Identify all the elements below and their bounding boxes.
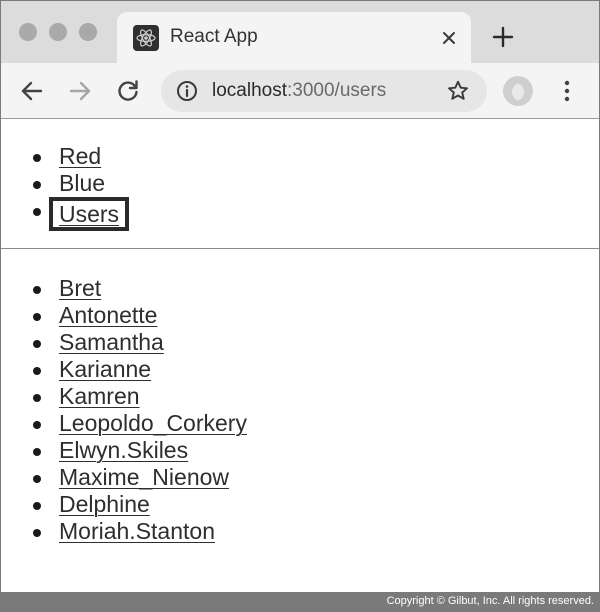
copyright-bar: Copyright © Gilbut, Inc. All rights rese… <box>0 592 600 612</box>
user-link[interactable]: Kamren <box>59 383 140 409</box>
nav-link-blue[interactable]: Blue <box>59 170 105 196</box>
users-link-highlight-box: Users <box>49 197 130 231</box>
list-item: Maxime_Nienow <box>31 464 247 491</box>
list-item: Samantha <box>31 329 247 356</box>
tab-title: React App <box>170 26 258 47</box>
info-icon[interactable] <box>176 80 198 102</box>
new-tab-icon[interactable] <box>489 23 517 51</box>
user-link[interactable]: Delphine <box>59 491 150 517</box>
list-item: Kamren <box>31 383 247 410</box>
copyright-text: Copyright © Gilbut, Inc. All rights rese… <box>386 595 594 607</box>
close-window-dot[interactable] <box>19 23 37 41</box>
minimize-window-dot[interactable] <box>49 23 67 41</box>
list-item: Elwyn.Skiles <box>31 437 247 464</box>
user-link[interactable]: Antonette <box>59 302 157 328</box>
react-logo-icon <box>133 25 159 51</box>
profile-avatar[interactable] <box>503 76 533 106</box>
reload-icon[interactable] <box>114 77 142 105</box>
nav-item-users: Users <box>31 197 130 231</box>
address-bar[interactable]: localhost:3000/users <box>161 70 487 112</box>
list-item: Antonette <box>31 302 247 329</box>
nav-link-red[interactable]: Red <box>59 143 101 169</box>
nav-link-list: Red Blue Users <box>31 143 130 231</box>
page-content: Red Blue Users Bret Antonette Samantha K… <box>1 119 599 592</box>
list-item: Delphine <box>31 491 247 518</box>
nav-item-blue: Blue <box>31 170 129 197</box>
list-item: Moriah.Stanton <box>31 518 247 545</box>
user-link[interactable]: Leopoldo_Corkery <box>59 410 247 436</box>
url-path: :3000/users <box>287 80 387 101</box>
list-item: Bret <box>31 275 247 302</box>
nav-link-users[interactable]: Users <box>59 201 119 227</box>
forward-arrow-icon[interactable] <box>66 77 94 105</box>
browser-toolbar: localhost:3000/users <box>1 63 599 119</box>
bookmark-star-icon[interactable] <box>446 79 470 103</box>
user-link[interactable]: Bret <box>59 275 101 301</box>
user-link[interactable]: Samantha <box>59 329 164 355</box>
user-link[interactable]: Moriah.Stanton <box>59 518 215 544</box>
close-tab-icon[interactable] <box>436 25 462 51</box>
tab-react-app[interactable]: React App <box>117 12 471 64</box>
horizontal-rule <box>1 248 599 249</box>
nav-item-red: Red <box>31 143 129 170</box>
more-menu-icon[interactable] <box>557 77 577 105</box>
back-arrow-icon[interactable] <box>18 77 46 105</box>
list-item: Leopoldo_Corkery <box>31 410 247 437</box>
user-link[interactable]: Karianne <box>59 356 151 382</box>
user-link[interactable]: Maxime_Nienow <box>59 464 229 490</box>
url-text[interactable]: localhost:3000/users <box>212 80 386 102</box>
url-host: localhost <box>212 80 287 101</box>
tab-strip: React App <box>1 1 599 64</box>
list-item: Karianne <box>31 356 247 383</box>
users-list: Bret Antonette Samantha Karianne Kamren … <box>31 275 247 545</box>
user-link[interactable]: Elwyn.Skiles <box>59 437 188 463</box>
maximize-window-dot[interactable] <box>79 23 97 41</box>
browser-window: React App localhost:3000/users Red Blue … <box>0 0 600 592</box>
